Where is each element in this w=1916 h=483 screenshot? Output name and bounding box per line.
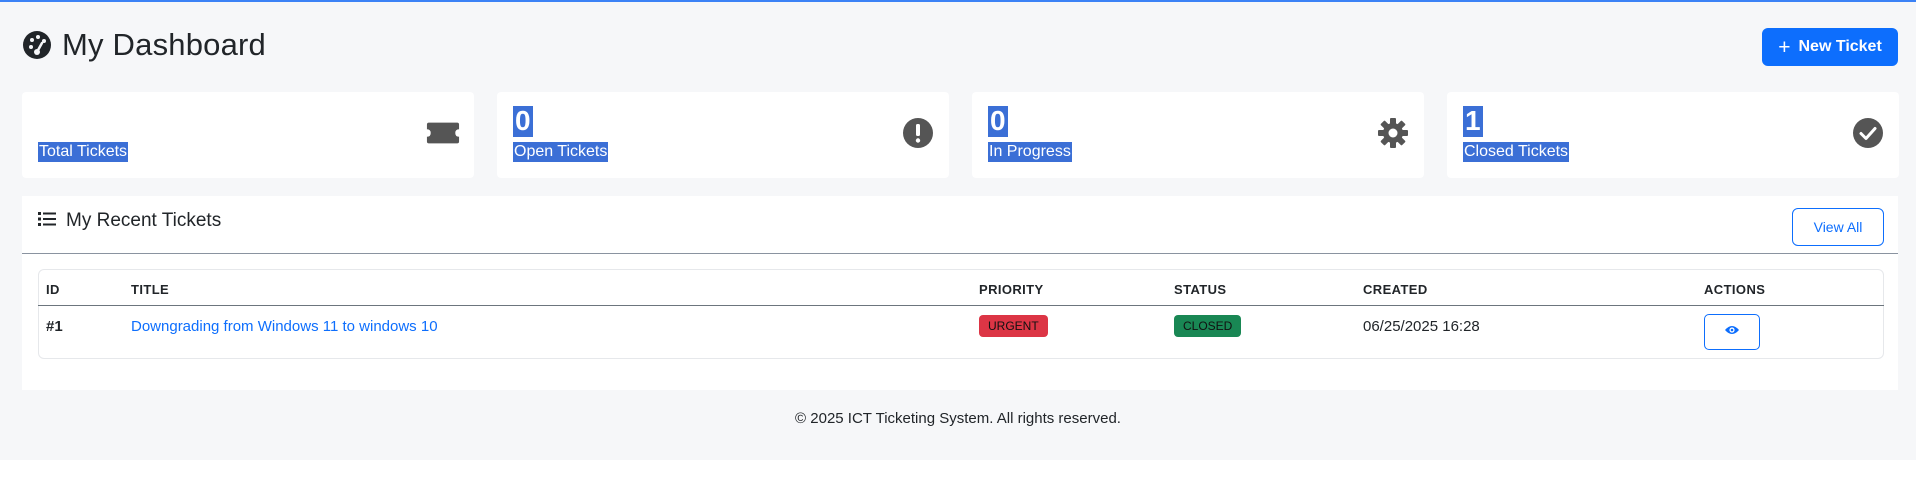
column-header-id: ID (46, 282, 60, 297)
stat-label-progress: In Progress (988, 142, 1072, 162)
column-header-priority: PRIORITY (979, 282, 1044, 297)
ticket-title-link[interactable]: Downgrading from Windows 11 to windows 1… (131, 318, 438, 335)
column-header-created: CREATED (1363, 282, 1428, 297)
stat-value-progress: 0 (988, 105, 1008, 137)
ticket-icon (426, 116, 460, 150)
ticket-id: #1 (46, 318, 63, 335)
stat-card-total: Total Tickets (22, 92, 474, 178)
plus-icon: + (1778, 35, 1791, 59)
column-header-actions: ACTIONS (1704, 282, 1766, 297)
view-all-button[interactable]: View All (1792, 208, 1884, 246)
ticket-created-date: 06/25/2025 16:28 (1363, 318, 1480, 335)
stat-card-open: 0 Open Tickets (497, 92, 949, 178)
recent-tickets-title: My Recent Tickets (66, 210, 222, 231)
stat-label-total: Total Tickets (38, 142, 129, 162)
view-ticket-button[interactable] (1704, 314, 1760, 350)
eye-icon (1724, 323, 1740, 341)
stat-value-closed: 1 (1463, 105, 1483, 137)
stat-label-closed: Closed Tickets (1463, 142, 1570, 162)
priority-badge: URGENT (979, 315, 1048, 337)
new-ticket-button[interactable]: + New Ticket (1762, 28, 1898, 66)
status-badge: CLOSED (1174, 315, 1242, 337)
new-ticket-label: New Ticket (1798, 38, 1882, 55)
check-circle-icon (1851, 116, 1885, 150)
tickets-table (38, 269, 1884, 359)
gear-icon (1376, 116, 1410, 150)
recent-tickets-header: My Recent Tickets (38, 210, 221, 232)
page-header: My Dashboard (22, 26, 266, 64)
section-divider (22, 253, 1898, 254)
column-header-status: STATUS (1174, 282, 1227, 297)
stat-card-closed: 1 Closed Tickets (1447, 92, 1899, 178)
table-header-divider (38, 305, 1884, 306)
footer-copyright: © 2025 ICT Ticketing System. All rights … (795, 410, 1121, 427)
list-icon (38, 211, 56, 232)
stat-value-open: 0 (513, 105, 533, 137)
tachometer-icon (22, 30, 52, 60)
column-header-title: TITLE (131, 282, 170, 297)
stat-label-open: Open Tickets (513, 142, 609, 162)
stat-card-progress: 0 In Progress (972, 92, 1424, 178)
page-title: My Dashboard (62, 27, 266, 62)
exclamation-circle-icon (901, 116, 935, 150)
